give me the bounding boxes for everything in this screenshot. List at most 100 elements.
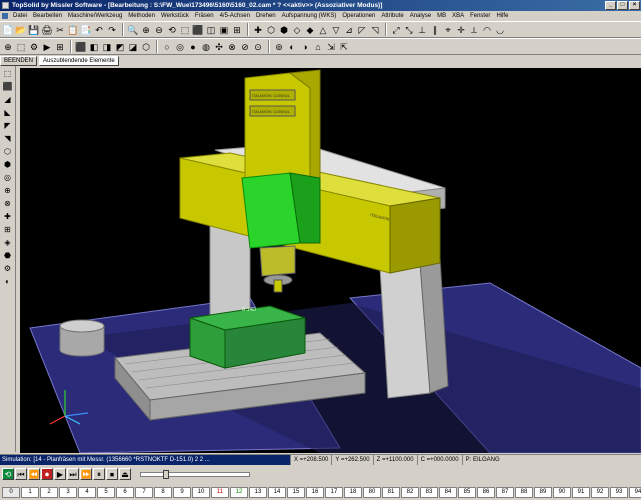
toolbar2-button-icon[interactable]: ◎ bbox=[174, 41, 186, 53]
toolbar1-button-icon[interactable]: ◡ bbox=[494, 24, 506, 36]
toolbar1-button-icon[interactable]: ⌖ bbox=[442, 24, 454, 36]
frame-cell[interactable]: 12 bbox=[230, 486, 248, 498]
toolbar2-button-icon[interactable]: ⊞ bbox=[54, 41, 66, 53]
left-toolbar-button-icon[interactable]: ◣ bbox=[1, 107, 14, 118]
left-toolbar-button-icon[interactable]: ⚙ bbox=[1, 263, 14, 274]
frame-cell[interactable]: 85 bbox=[458, 486, 476, 498]
toolbar2-button-icon[interactable]: ⬡ bbox=[140, 41, 152, 53]
left-toolbar-button-icon[interactable]: ◢ bbox=[1, 94, 14, 105]
left-toolbar-button-icon[interactable]: ◎ bbox=[1, 172, 14, 183]
toolbar1-button-icon[interactable]: ✚ bbox=[252, 24, 264, 36]
minimize-button[interactable]: _ bbox=[605, 1, 616, 10]
frame-cell[interactable]: 82 bbox=[401, 486, 419, 498]
frame-cell[interactable]: 83 bbox=[420, 486, 438, 498]
menu-xba[interactable]: XBA bbox=[449, 11, 467, 21]
frame-cell[interactable]: 90 bbox=[553, 486, 571, 498]
frame-cell[interactable]: 7 bbox=[135, 486, 153, 498]
frame-cell[interactable]: 6 bbox=[116, 486, 134, 498]
frame-cell[interactable]: 13 bbox=[249, 486, 267, 498]
menu-analyse[interactable]: Analyse bbox=[407, 11, 434, 21]
toolbar1-button-icon[interactable]: ⟂ bbox=[468, 24, 480, 36]
menu-aufspannung[interactable]: Aufspannung (WKS) bbox=[279, 11, 340, 21]
frame-cell[interactable]: 86 bbox=[477, 486, 495, 498]
frame-cell[interactable]: 94 bbox=[629, 486, 641, 498]
toolbar2-button-icon[interactable]: ⊕ bbox=[2, 41, 14, 53]
menu-attribute[interactable]: Attribute bbox=[378, 11, 406, 21]
left-toolbar-button-icon[interactable]: ⬡ bbox=[1, 146, 14, 157]
frame-cell[interactable]: 88 bbox=[515, 486, 533, 498]
frame-cell[interactable]: 10 bbox=[192, 486, 210, 498]
toolbar1-button-icon[interactable]: ↷ bbox=[106, 24, 118, 36]
toolbar1-button-icon[interactable]: ✂ bbox=[54, 24, 66, 36]
sim-control-button-icon[interactable]: ⏪ bbox=[28, 468, 40, 480]
frame-cell[interactable]: 87 bbox=[496, 486, 514, 498]
toolbar2-button-icon[interactable]: ⇱ bbox=[338, 41, 350, 53]
toolbar1-button-icon[interactable]: 💾 bbox=[28, 24, 40, 36]
frame-cell[interactable]: 4 bbox=[78, 486, 96, 498]
toolbar1-button-icon[interactable]: ◇ bbox=[291, 24, 303, 36]
toolbar2-button-icon[interactable]: ◧ bbox=[88, 41, 100, 53]
close-button[interactable]: × bbox=[629, 1, 640, 10]
menu-maschine-werkzeug[interactable]: Maschine/Werkzeug bbox=[65, 11, 125, 21]
toolbar2-button-icon[interactable]: ⬚ bbox=[15, 41, 27, 53]
toolbar1-button-icon[interactable]: ⬡ bbox=[265, 24, 277, 36]
toolbar1-button-icon[interactable]: 📑 bbox=[80, 24, 92, 36]
sim-control-button-icon[interactable]: ⏩ bbox=[80, 468, 92, 480]
menu-bearbeiten[interactable]: Bearbeiten bbox=[30, 11, 65, 21]
toolbar2-button-icon[interactable]: ◨ bbox=[101, 41, 113, 53]
menu-fenster[interactable]: Fenster bbox=[467, 11, 493, 21]
toolbar1-button-icon[interactable]: ⟲ bbox=[166, 24, 178, 36]
toolbar1-button-icon[interactable]: ⬛ bbox=[192, 24, 204, 36]
toolbar2-button-icon[interactable]: ⌂ bbox=[312, 41, 324, 53]
frame-cell[interactable]: 92 bbox=[591, 486, 609, 498]
toolbar1-button-icon[interactable]: 📂 bbox=[15, 24, 27, 36]
toolbar1-button-icon[interactable]: ✛ bbox=[455, 24, 467, 36]
left-toolbar-button-icon[interactable]: ◐ bbox=[1, 276, 14, 287]
toolbar1-button-icon[interactable]: 📋 bbox=[67, 24, 79, 36]
frame-cell[interactable]: 91 bbox=[572, 486, 590, 498]
frame-cell[interactable]: 15 bbox=[287, 486, 305, 498]
sim-control-button-icon[interactable]: ▶ bbox=[54, 468, 66, 480]
left-toolbar-button-icon[interactable]: ⊗ bbox=[1, 198, 14, 209]
frame-cell[interactable]: 8 bbox=[154, 486, 172, 498]
menu-datei[interactable]: Datei bbox=[10, 11, 30, 21]
left-toolbar-button-icon[interactable]: ⬣ bbox=[1, 250, 14, 261]
frame-cell[interactable]: 80 bbox=[363, 486, 381, 498]
left-toolbar-button-icon[interactable]: ⬢ bbox=[1, 159, 14, 170]
toolbar1-button-icon[interactable]: ◆ bbox=[304, 24, 316, 36]
toolbar1-button-icon[interactable]: ◠ bbox=[481, 24, 493, 36]
left-toolbar-button-icon[interactable]: ⊞ bbox=[1, 224, 14, 235]
toolbar1-button-icon[interactable]: ◸ bbox=[356, 24, 368, 36]
toolbar2-button-icon[interactable]: ● bbox=[187, 41, 199, 53]
toolbar1-button-icon[interactable]: ⬚ bbox=[179, 24, 191, 36]
toolbar2-button-icon[interactable]: ◩ bbox=[114, 41, 126, 53]
toolbar2-button-icon[interactable]: ◑ bbox=[299, 41, 311, 53]
frame-cell[interactable]: 18 bbox=[344, 486, 362, 498]
toolbar2-button-icon[interactable]: ◪ bbox=[127, 41, 139, 53]
left-toolbar-button-icon[interactable]: ✚ bbox=[1, 211, 14, 222]
maximize-button[interactable]: □ bbox=[617, 1, 628, 10]
3d-viewport[interactable]: ITALMATIK ITALMATIK CONSUL ITALMATIK CON… bbox=[20, 68, 641, 453]
left-toolbar-button-icon[interactable]: ⊕ bbox=[1, 185, 14, 196]
menu-mb[interactable]: MB bbox=[434, 11, 449, 21]
toolbar1-button-icon[interactable]: ∥ bbox=[429, 24, 441, 36]
toolbar1-button-icon[interactable]: ⊥ bbox=[416, 24, 428, 36]
sim-control-button-icon[interactable]: ⏭ bbox=[67, 468, 79, 480]
left-toolbar-button-icon[interactable]: ◥ bbox=[1, 133, 14, 144]
frame-cell[interactable]: 81 bbox=[382, 486, 400, 498]
menu-fraesen[interactable]: Fräsen bbox=[192, 11, 217, 21]
simulation-slider[interactable] bbox=[140, 469, 250, 479]
toolbar1-button-icon[interactable]: ◫ bbox=[205, 24, 217, 36]
frame-cell[interactable]: 0 bbox=[2, 486, 20, 498]
frame-cell[interactable]: 93 bbox=[610, 486, 628, 498]
toolbar1-button-icon[interactable]: 📄 bbox=[2, 24, 14, 36]
toolbar2-button-icon[interactable]: ◐ bbox=[286, 41, 298, 53]
toolbar1-button-icon[interactable]: △ bbox=[317, 24, 329, 36]
toolbar2-button-icon[interactable]: ✣ bbox=[213, 41, 225, 53]
frame-cell[interactable]: 11 bbox=[211, 486, 229, 498]
toolbar2-button-icon[interactable]: ⊘ bbox=[239, 41, 251, 53]
document-icon[interactable] bbox=[2, 13, 8, 19]
toolbar1-button-icon[interactable]: ⊿ bbox=[343, 24, 355, 36]
frame-cell[interactable]: 9 bbox=[173, 486, 191, 498]
toolbar1-button-icon[interactable]: ⤡ bbox=[403, 24, 415, 36]
